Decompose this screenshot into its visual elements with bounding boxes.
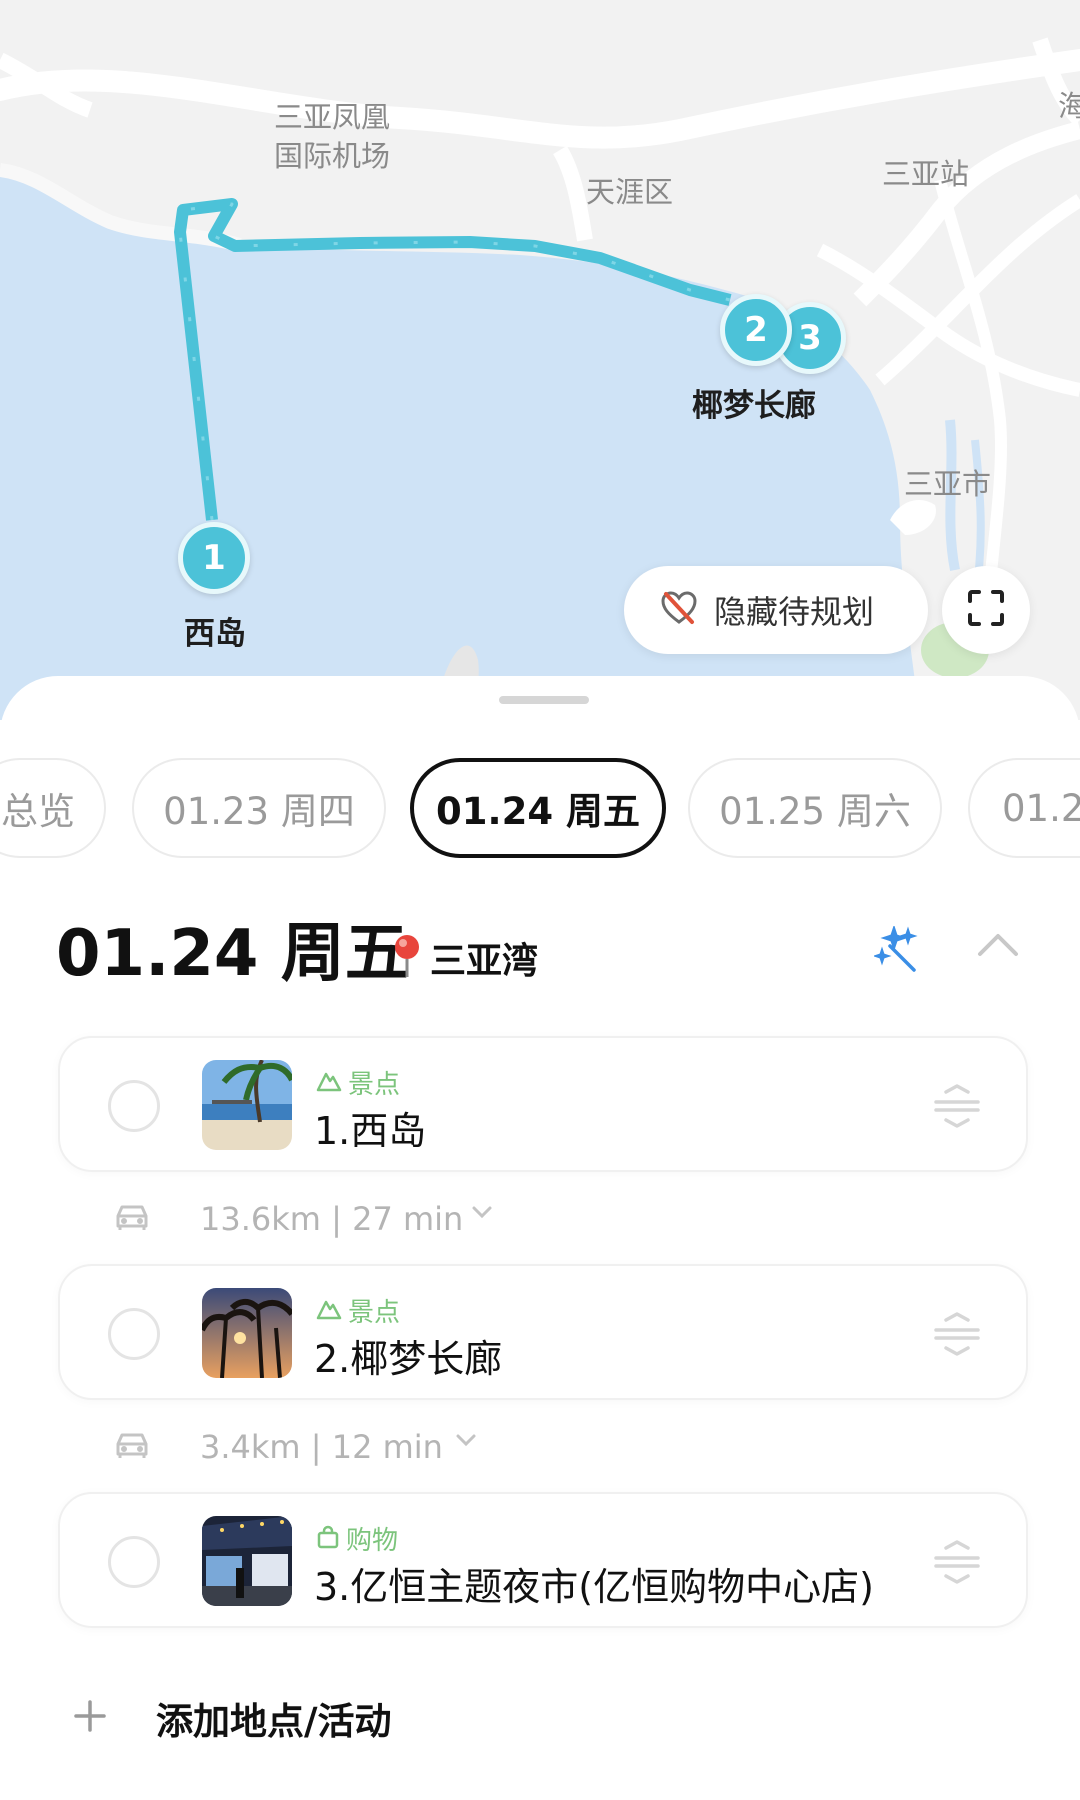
magic-wand-icon[interactable] [872,924,922,978]
add-place-label: 添加地点/活动 [156,1700,392,1743]
car-icon [114,1202,150,1236]
itinerary-item[interactable]: 购物 3.亿恒主题夜市(亿恒购物中心店) [58,1492,1028,1628]
itinerary-item[interactable]: 景点 1.西岛 [58,1036,1028,1172]
date-tabs: 总览 01.23 周四 01.24 周五 01.25 周六 01.2 [0,758,1080,858]
car-icon [114,1430,150,1464]
day-location[interactable]: 三亚湾 [390,932,538,984]
mountain-icon [316,1298,342,1324]
itinerary-item[interactable]: 景点 2.椰梦长廊 [58,1264,1028,1400]
hide-unplanned-label: 隐藏待规划 [714,593,875,631]
item-category: 购物 [316,1520,398,1557]
map-pin-2[interactable]: 2 [720,294,792,366]
tab-0124[interactable]: 01.24 周五 [410,758,666,858]
map-pin-1[interactable]: 1 [178,522,250,594]
item-name: 2.椰梦长廊 [314,1337,503,1381]
hide-unplanned-button[interactable]: 隐藏待规划 [624,566,928,654]
fullscreen-icon [966,588,1006,632]
chevron-down-icon[interactable] [454,1432,478,1452]
map-label-airport-line1: 三亚凤凰 [274,100,391,134]
sheet-drag-handle[interactable] [499,696,589,704]
drag-handle-icon[interactable] [932,1310,982,1362]
item-name: 1.西岛 [314,1109,427,1153]
heart-slash-icon [660,589,698,631]
item-category-label: 景点 [348,1070,401,1100]
map-label-sanya-station: 三亚站 [882,157,970,191]
shopping-bag-icon [316,1525,340,1553]
map-label-hai: 海 [1058,89,1080,123]
tab-overview[interactable]: 总览 [0,758,106,858]
map-view[interactable]: 三亚凤凰 国际机场 天涯区 三亚站 三亚市 海 1 3 2 西岛 椰梦长廊 隐藏… [0,0,1080,720]
transit-row[interactable]: 13.6km | 27 min [114,1194,492,1244]
day-header: 01.24 周五 三亚湾 [56,914,1036,994]
map-place-xidao: 西岛 [184,616,246,652]
add-place-button[interactable]: 添加地点/活动 [70,1688,392,1748]
item-checkbox[interactable] [108,1536,160,1588]
item-category-label: 购物 [346,1526,399,1556]
plus-icon [70,1696,110,1740]
tab-0125[interactable]: 01.25 周六 [688,758,942,858]
map-label-sanya-city: 三亚市 [904,467,992,501]
drag-handle-icon[interactable] [932,1538,982,1590]
itinerary-sheet: 总览 01.23 周四 01.24 周五 01.25 周六 01.2 01.24… [0,676,1080,1800]
pin-icon [390,933,424,983]
chevron-down-icon[interactable] [470,1204,494,1224]
transit-info: 13.6km | 27 min [200,1200,464,1238]
day-location-label: 三亚湾 [430,941,539,982]
day-title: 01.24 周五 [56,917,409,991]
item-checkbox[interactable] [108,1080,160,1132]
transit-info: 3.4km | 12 min [200,1428,443,1466]
item-name: 3.亿恒主题夜市(亿恒购物中心店) [314,1565,874,1609]
item-thumbnail [202,1288,292,1378]
mountain-icon [316,1070,342,1096]
transit-row[interactable]: 3.4km | 12 min [114,1422,476,1472]
tab-0126[interactable]: 01.2 [968,758,1080,858]
item-thumbnail [202,1516,292,1606]
map-place-yemeng: 椰梦长廊 [692,388,816,424]
map-label-tianya: 天涯区 [586,175,674,209]
tab-0123[interactable]: 01.23 周四 [132,758,386,858]
map-label-airport-line2: 国际机场 [274,139,391,173]
fullscreen-button[interactable] [942,566,1030,654]
chevron-up-icon[interactable] [976,930,1020,964]
item-category: 景点 [316,1292,400,1329]
item-thumbnail [202,1060,292,1150]
item-category-label: 景点 [348,1298,401,1328]
item-checkbox[interactable] [108,1308,160,1360]
item-category: 景点 [316,1064,400,1101]
drag-handle-icon[interactable] [932,1082,982,1134]
